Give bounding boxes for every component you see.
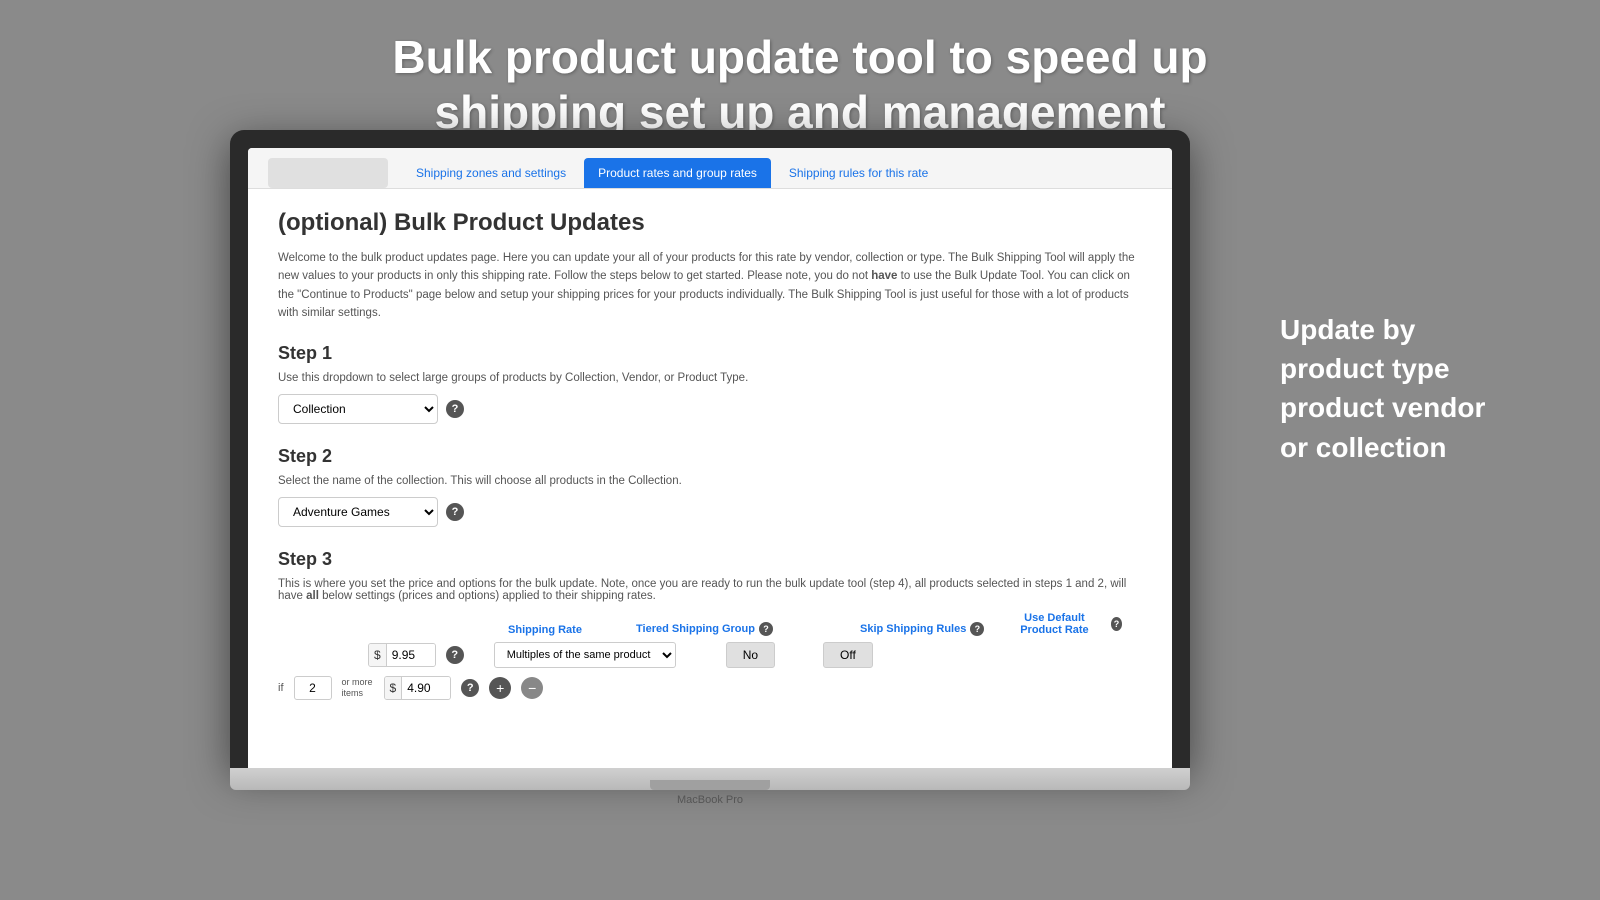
col-header-shipping: Shipping Rate — [490, 624, 600, 636]
step3-title: Step 3 — [278, 549, 1142, 570]
or-more-label: or moreitems — [342, 677, 374, 699]
price-input-group-2: $ — [384, 676, 452, 700]
tab-shipping-rules[interactable]: Shipping rules for this rate — [775, 158, 942, 188]
skip-rules-btn-1[interactable]: No — [726, 642, 775, 668]
skip-help-icon[interactable]: ? — [970, 622, 984, 636]
step2-input-row: Adventure Games Board Games Card Games ? — [278, 497, 1142, 527]
description: Welcome to the bulk product updates page… — [278, 249, 1142, 323]
col-header-default: Use Default Product Rate ? — [1002, 612, 1122, 636]
step2-title: Step 2 — [278, 446, 1142, 467]
main-content: (optional) Bulk Product Updates Welcome … — [248, 189, 1172, 759]
price-input-group-1: $ — [368, 643, 436, 667]
step2-desc: Select the name of the collection. This … — [278, 475, 1142, 487]
step1-block: Step 1 Use this dropdown to select large… — [278, 343, 1142, 424]
step2-block: Step 2 Select the name of the collection… — [278, 446, 1142, 527]
tab-placeholder — [268, 158, 388, 188]
default-help-icon[interactable]: ? — [1111, 617, 1122, 631]
tiered-select-1[interactable]: Multiples of the same product Total item… — [494, 642, 676, 668]
sidebar-text: Update by product type product vendor or… — [1280, 310, 1520, 467]
price-input-1[interactable] — [387, 644, 435, 666]
remove-row-btn[interactable]: − — [521, 677, 543, 699]
step1-desc: Use this dropdown to select large groups… — [278, 372, 1142, 384]
col-header-tiered: Tiered Shipping Group ? — [636, 622, 816, 636]
rate-row-1: $ ? Multiples of the same product Total … — [278, 642, 1142, 668]
price2-help-icon[interactable]: ? — [461, 679, 479, 697]
step1-title: Step 1 — [278, 343, 1142, 364]
price1-help-icon[interactable]: ? — [446, 646, 464, 664]
tiered-help-icon[interactable]: ? — [759, 622, 773, 636]
step3-desc: This is where you set the price and opti… — [278, 578, 1142, 602]
laptop-base — [230, 768, 1190, 790]
dollar-sign-2: $ — [385, 677, 403, 699]
laptop-screen-outer: Shipping zones and settings Product rate… — [230, 130, 1190, 768]
dollar-sign-1: $ — [369, 644, 387, 666]
price-input-2[interactable] — [402, 677, 450, 699]
tabs-bar: Shipping zones and settings Product rate… — [248, 148, 1172, 189]
if-label: if — [278, 682, 284, 694]
tab-shipping-zones[interactable]: Shipping zones and settings — [402, 158, 580, 188]
section-title: (optional) Bulk Product Updates — [278, 209, 1142, 237]
step2-help-icon[interactable]: ? — [446, 503, 464, 521]
col-header-skip: Skip Shipping Rules ? — [860, 622, 990, 636]
header-line1: Bulk product update tool to speed up — [392, 31, 1207, 83]
step3-block: Step 3 This is where you set the price a… — [278, 549, 1142, 700]
default-rate-btn-1[interactable]: Off — [823, 642, 873, 668]
add-row-btn[interactable]: + — [489, 677, 511, 699]
tab-product-rates[interactable]: Product rates and group rates — [584, 158, 771, 188]
quantity-input[interactable] — [294, 676, 332, 700]
step2-select[interactable]: Adventure Games Board Games Card Games — [278, 497, 438, 527]
step1-select[interactable]: Collection Vendor Product Type — [278, 394, 438, 424]
laptop-label: MacBook Pro — [230, 794, 1190, 806]
step1-input-row: Collection Vendor Product Type ? — [278, 394, 1142, 424]
laptop-screen: Shipping zones and settings Product rate… — [248, 148, 1172, 768]
rate-row-2: if or moreitems $ ? + − — [278, 676, 1142, 700]
step1-help-icon[interactable]: ? — [446, 400, 464, 418]
laptop: Shipping zones and settings Product rate… — [230, 130, 1190, 806]
